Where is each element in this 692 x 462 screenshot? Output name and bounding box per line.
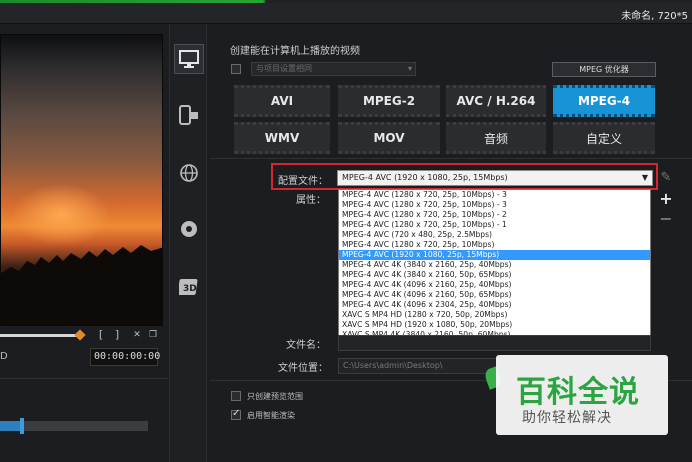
edit-profile-icon[interactable]: ✎ — [658, 170, 674, 186]
profile-option[interactable]: MPEG-4 AVC (1280 x 720, 25p, 10Mbps) - 3 — [339, 200, 650, 210]
format-mpeg2-button[interactable]: MPEG-2 — [338, 85, 440, 117]
format-custom-button[interactable]: 自定义 — [553, 122, 655, 154]
scrubber-handle[interactable] — [74, 329, 86, 341]
timecode-field[interactable]: 00:00:00:00 — [90, 348, 160, 366]
mpeg-optimizer-button[interactable]: MPEG 优化器 — [552, 62, 656, 77]
watermark-subtitle: 助你轻松解决 — [522, 410, 612, 426]
copy-icon[interactable]: ❐ — [146, 328, 160, 342]
profile-option[interactable]: MPEG-4 AVC (1280 x 720, 25p, 10Mbps) - 3 — [339, 190, 650, 200]
attributes-label: 属性： — [296, 195, 326, 206]
smart-render-label: 启用智能渲染 — [247, 411, 295, 420]
location-label: 文件位置： — [278, 363, 328, 374]
silhouette-treeline — [1, 245, 162, 325]
computer-icon[interactable] — [174, 44, 204, 74]
title-bar-accent — [0, 0, 692, 3]
profile-option[interactable]: MPEG-4 AVC (1280 x 720, 25p, 10Mbps) — [339, 240, 650, 250]
filename-label: 文件名： — [286, 340, 326, 351]
format-audio-button[interactable]: 音频 — [446, 122, 546, 154]
profile-option[interactable]: XAVC S MP4 HD (1280 x 720, 50p, 20Mbps) — [339, 310, 650, 320]
svg-text:3D: 3D — [183, 284, 197, 294]
preview-range-checkbox[interactable] — [231, 391, 241, 401]
mark-in-button[interactable]: [ — [94, 328, 108, 342]
disc-icon[interactable] — [174, 214, 204, 244]
playback-scrubber[interactable] — [0, 334, 80, 337]
format-avc-button[interactable]: AVC / H.264 — [446, 85, 546, 117]
clear-marks-icon[interactable]: ✕ — [130, 328, 144, 342]
project-settings-text: 与项目设置相同 — [256, 64, 312, 73]
remove-profile-icon[interactable]: − — [658, 211, 674, 227]
mark-out-button[interactable]: ] — [110, 328, 124, 342]
profile-option[interactable]: MPEG-4 AVC 4K (4096 x 2160, 25p, 40Mbps) — [339, 280, 650, 290]
profile-option[interactable]: MPEG-4 AVC 4K (3840 x 2160, 50p, 65Mbps) — [339, 270, 650, 280]
format-mov-button[interactable]: MOV — [338, 122, 440, 154]
add-profile-icon[interactable]: + — [658, 191, 674, 207]
profile-option[interactable]: MPEG-4 AVC 4K (4096 x 2160, 50p, 65Mbps) — [339, 290, 650, 300]
divider — [210, 158, 692, 159]
title-bar: 未命名, 720*5 — [0, 0, 692, 24]
watermark-title: 百科全说 — [516, 375, 640, 410]
preview-range-label: 只创建预览范围 — [247, 392, 303, 401]
profile-option[interactable]: MPEG-4 AVC (1280 x 720, 25p, 10Mbps) - 2 — [339, 210, 650, 220]
filename-input[interactable] — [338, 335, 651, 351]
location-input[interactable]: C:\Users\admin\Desktop\ — [338, 358, 498, 374]
format-wmv-button[interactable]: WMV — [234, 122, 330, 154]
output-type-nav: 3D — [169, 24, 207, 462]
profile-option[interactable]: MPEG-4 AVC 4K (3840 x 2160, 25p, 40Mbps) — [339, 260, 650, 270]
video-preview — [0, 34, 163, 326]
timecode-prefix: D — [0, 351, 8, 362]
panel-heading: 创建能在计算机上播放的视频 — [230, 46, 360, 57]
format-avi-button[interactable]: AVI — [234, 85, 330, 117]
globe-icon[interactable] — [174, 158, 204, 188]
profile-option[interactable]: MPEG-4 AVC 4K (4096 x 2304, 25p, 40Mbps) — [339, 300, 650, 310]
mobile-device-icon[interactable] — [174, 100, 204, 130]
profile-dropdown-list[interactable]: MPEG-4 AVC (1280 x 720, 25p, 10Mbps) - 3… — [338, 189, 651, 340]
watermark: 百科全说 助你轻松解决 — [496, 355, 668, 435]
project-settings-select[interactable]: 与项目设置相同 ▾ — [251, 62, 416, 76]
same-as-project-checkbox[interactable] — [231, 64, 241, 74]
format-mpeg4-button[interactable]: MPEG-4 — [553, 85, 655, 117]
window-title: 未命名, 720*5 — [621, 11, 688, 22]
render-progress-handle — [20, 418, 24, 434]
profile-option[interactable]: XAVC S MP4 HD (1920 x 1080, 50p, 20Mbps) — [339, 320, 650, 330]
profile-option[interactable]: MPEG-4 AVC (720 x 480, 25p, 2.5Mbps) — [339, 230, 650, 240]
highlight-box — [271, 163, 658, 190]
chevron-down-icon: ▾ — [407, 64, 412, 73]
profile-option[interactable]: MPEG-4 AVC (1280 x 720, 25p, 10Mbps) - 1 — [339, 220, 650, 230]
profile-option-selected[interactable]: MPEG-4 AVC (1920 x 1080, 25p, 15Mbps) — [339, 250, 650, 260]
smart-render-checkbox[interactable] — [231, 408, 241, 420]
3d-icon[interactable]: 3D — [174, 272, 204, 302]
render-progress-fill — [0, 421, 20, 431]
divider — [0, 378, 168, 379]
